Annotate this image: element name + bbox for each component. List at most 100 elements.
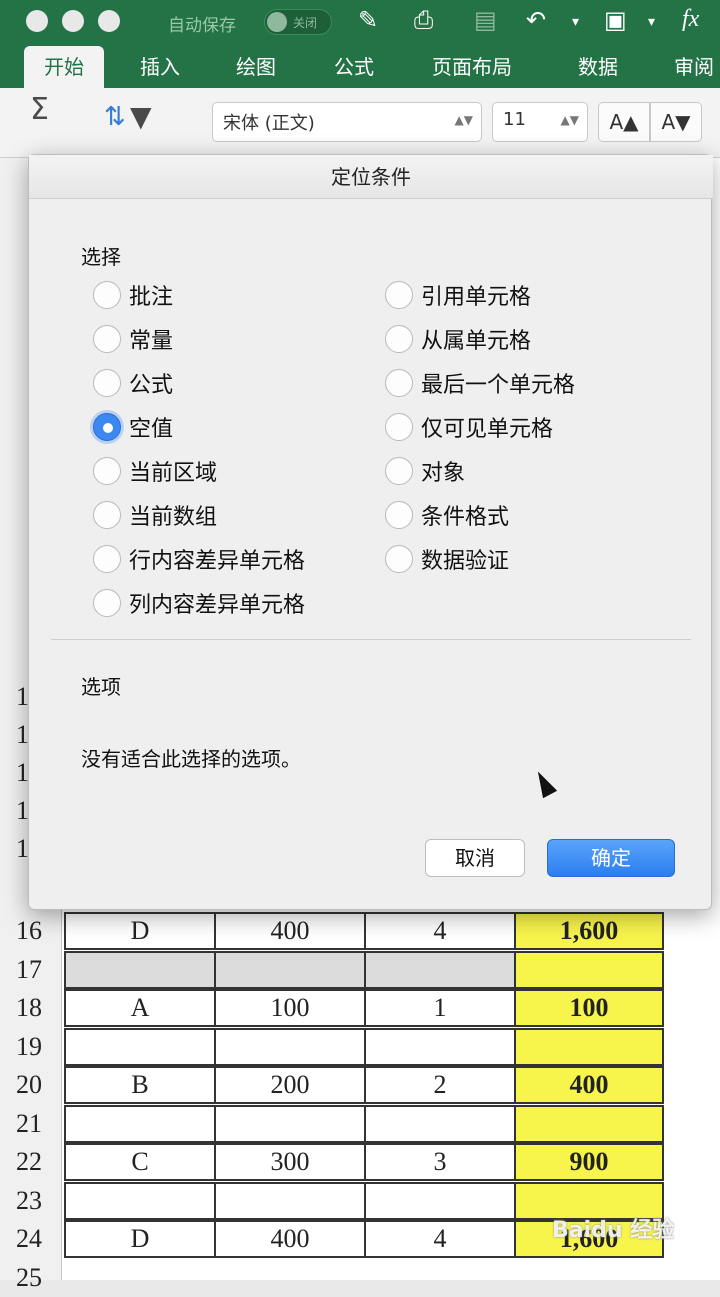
table-cell[interactable]: 100 xyxy=(214,989,366,1027)
option-column-differences[interactable]: 列内容差异单元格 xyxy=(93,587,305,619)
fx-icon[interactable]: fx xyxy=(682,6,699,33)
decrease-font-size-button[interactable]: A▼ xyxy=(650,102,702,142)
row-number[interactable]: 23 xyxy=(0,1182,62,1220)
table-cell[interactable]: A xyxy=(64,989,216,1027)
table-cell[interactable]: 3 xyxy=(364,1143,516,1181)
toolbar-custom-icon[interactable]: ▣ xyxy=(604,6,627,34)
radio-button[interactable] xyxy=(93,545,121,573)
table-cell[interactable]: 2 xyxy=(364,1066,516,1104)
option-current-region[interactable]: 当前区域 xyxy=(93,455,217,487)
table-cell[interactable]: 400 xyxy=(214,912,366,950)
row-number[interactable]: 16 xyxy=(0,912,62,950)
table-cell[interactable]: 300 xyxy=(214,1143,366,1181)
radio-button[interactable] xyxy=(385,545,413,573)
table-cell[interactable] xyxy=(214,1027,366,1066)
option-conditional-formats[interactable]: 条件格式 xyxy=(385,499,509,531)
tab-data[interactable]: 数据 xyxy=(578,46,618,88)
print-icon[interactable]: ⎙ xyxy=(414,6,433,34)
radio-button[interactable] xyxy=(385,501,413,529)
ok-button[interactable]: 确定 xyxy=(547,839,675,877)
table-cell[interactable] xyxy=(214,950,366,989)
font-name-select[interactable]: 宋体 (正文) ▲▼ xyxy=(212,102,482,142)
radio-button[interactable] xyxy=(385,369,413,397)
table-cell[interactable]: C xyxy=(64,1143,216,1181)
table-cell[interactable] xyxy=(64,950,216,989)
option-data-validation[interactable]: 数据验证 xyxy=(385,543,509,575)
table-cell[interactable]: 100 xyxy=(514,989,664,1027)
table-cell[interactable]: 900 xyxy=(514,1143,664,1181)
table-cell[interactable]: B xyxy=(64,1066,216,1104)
radio-button[interactable] xyxy=(93,501,121,529)
row-number[interactable]: 25 xyxy=(0,1259,62,1297)
row-number[interactable]: 20 xyxy=(0,1066,62,1104)
radio-button[interactable] xyxy=(93,457,121,485)
radio-button[interactable] xyxy=(93,369,121,397)
table-cell[interactable] xyxy=(214,1181,366,1220)
table-cell[interactable]: 1 xyxy=(364,989,516,1027)
tab-insert[interactable]: 插入 xyxy=(140,46,180,88)
radio-button[interactable] xyxy=(385,457,413,485)
option-current-array[interactable]: 当前数组 xyxy=(93,499,217,531)
table-cell[interactable]: D xyxy=(64,912,216,950)
table-cell[interactable]: 400 xyxy=(214,1220,366,1258)
option-row-differences[interactable]: 行内容差异单元格 xyxy=(93,543,305,575)
tab-draw[interactable]: 绘图 xyxy=(236,46,276,88)
autosum-icon[interactable]: Σ xyxy=(30,92,49,127)
table-cell[interactable] xyxy=(64,1027,216,1066)
radio-button-selected[interactable] xyxy=(93,413,121,441)
sort-filter-icon[interactable]: ⇅ xyxy=(104,102,126,132)
tab-page-layout[interactable]: 页面布局 xyxy=(432,46,512,88)
table-cell[interactable]: 1,600 xyxy=(514,912,664,950)
row-number[interactable]: 21 xyxy=(0,1105,62,1143)
table-cell[interactable] xyxy=(364,1027,516,1066)
radio-button[interactable] xyxy=(93,281,121,309)
tab-formulas[interactable]: 公式 xyxy=(334,46,374,88)
option-objects[interactable]: 对象 xyxy=(385,455,465,487)
table-cell[interactable] xyxy=(364,1181,516,1220)
tab-review[interactable]: 审阅 xyxy=(674,46,714,88)
clipboard-icon[interactable]: ▤ xyxy=(474,6,497,34)
table-cell[interactable] xyxy=(364,950,516,989)
radio-button[interactable] xyxy=(385,413,413,441)
row-number[interactable]: 22 xyxy=(0,1143,62,1181)
table-cell[interactable]: 4 xyxy=(364,1220,516,1258)
row-number[interactable]: 19 xyxy=(0,1028,62,1066)
table-cell[interactable] xyxy=(514,950,664,989)
option-last-cell[interactable]: 最后一个单元格 xyxy=(385,367,575,399)
table-cell[interactable]: 400 xyxy=(514,1066,664,1104)
table-cell[interactable] xyxy=(514,1104,664,1143)
undo-icon[interactable]: ↶ xyxy=(526,6,546,34)
increase-font-size-button[interactable]: A▲ xyxy=(598,102,650,142)
minimize-window-button[interactable] xyxy=(62,10,84,32)
filter-icon[interactable]: ▼ xyxy=(130,100,152,133)
radio-button[interactable] xyxy=(385,281,413,309)
undo-dropdown-icon[interactable]: ▾ xyxy=(572,14,579,30)
cancel-button[interactable]: 取消 xyxy=(425,839,525,877)
table-cell[interactable] xyxy=(514,1027,664,1066)
table-cell[interactable]: D xyxy=(64,1220,216,1258)
option-comments[interactable]: 批注 xyxy=(93,279,173,311)
option-visible-cells[interactable]: 仅可见单元格 xyxy=(385,411,553,443)
option-constants[interactable]: 常量 xyxy=(93,323,173,355)
zoom-window-button[interactable] xyxy=(98,10,120,32)
option-precedents[interactable]: 引用单元格 xyxy=(385,279,531,311)
customize-dropdown-icon[interactable]: ▾ xyxy=(648,14,655,30)
tab-home[interactable]: 开始 xyxy=(24,46,104,88)
table-cell[interactable] xyxy=(214,1104,366,1143)
radio-button[interactable] xyxy=(93,589,121,617)
option-blanks[interactable]: 空值 xyxy=(93,411,173,443)
row-number[interactable]: 24 xyxy=(0,1220,62,1258)
close-window-button[interactable] xyxy=(26,10,48,32)
table-cell[interactable]: 4 xyxy=(364,912,516,950)
table-cell[interactable] xyxy=(64,1104,216,1143)
autosave-toggle[interactable]: 关闭 xyxy=(264,9,332,35)
option-dependents[interactable]: 从属单元格 xyxy=(385,323,531,355)
font-size-select[interactable]: 11 ▲▼ xyxy=(492,102,588,142)
radio-button[interactable] xyxy=(93,325,121,353)
table-cell[interactable]: 200 xyxy=(214,1066,366,1104)
option-formulas[interactable]: 公式 xyxy=(93,367,173,399)
row-number[interactable]: 17 xyxy=(0,951,62,989)
edit-icon[interactable]: ✎ xyxy=(358,6,378,34)
radio-button[interactable] xyxy=(385,325,413,353)
row-number[interactable]: 18 xyxy=(0,989,62,1027)
